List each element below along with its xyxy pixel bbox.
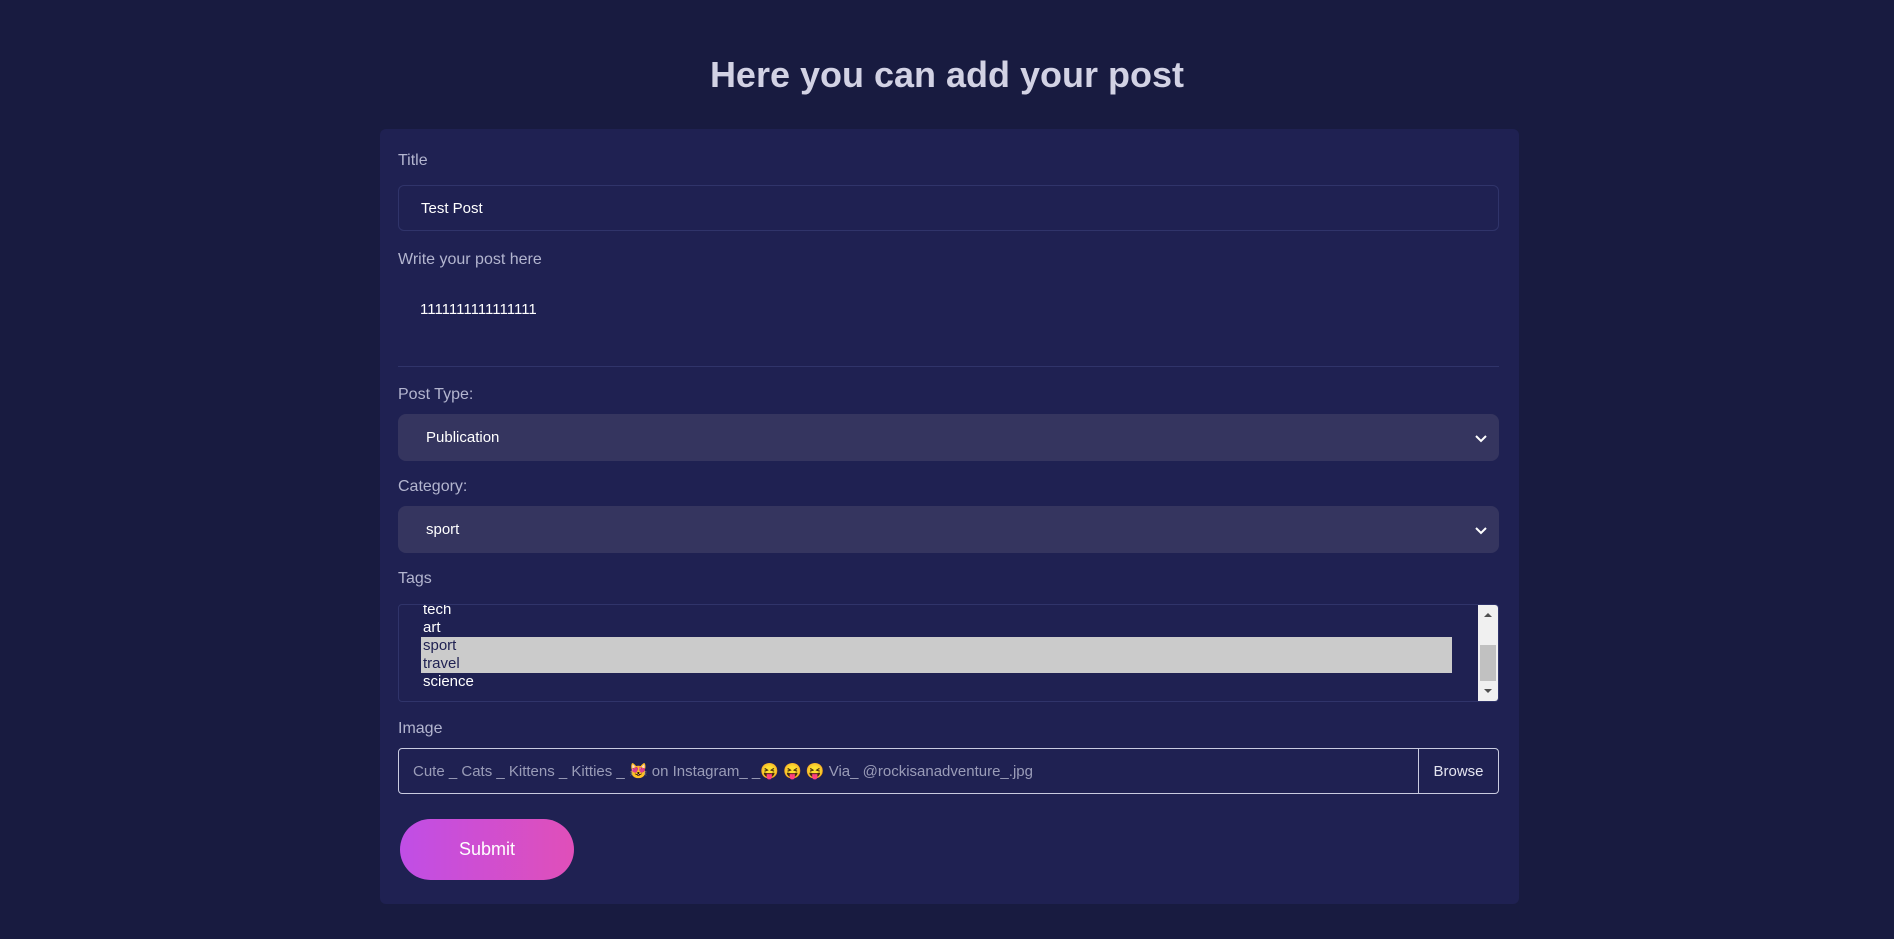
post-type-label: Post Type:: [398, 386, 474, 403]
chevron-down-icon: [1475, 434, 1487, 442]
post-body-textarea[interactable]: 1111111111111111: [398, 279, 1499, 367]
scrollbar-thumb[interactable]: [1480, 645, 1496, 681]
tag-option-sport[interactable]: sport: [421, 637, 1452, 655]
post-body-value: 1111111111111111: [420, 301, 537, 318]
image-file-input[interactable]: Cute _ Cats _ Kittens _ Kitties _ 😻 on I…: [398, 748, 1499, 794]
tag-option-tech[interactable]: tech: [421, 605, 1452, 619]
tag-option-art[interactable]: art: [421, 619, 1452, 637]
post-body-label: Write your post here: [398, 251, 542, 268]
title-label: Title: [398, 152, 428, 169]
title-input[interactable]: Test Post: [398, 185, 1499, 231]
chevron-down-icon: [1475, 526, 1487, 534]
tags-listbox[interactable]: tech art sport travel science: [398, 604, 1499, 702]
submit-button[interactable]: Submit: [400, 819, 574, 880]
browse-button[interactable]: Browse: [1418, 749, 1498, 793]
title-input-value: Test Post: [421, 199, 483, 217]
tag-option-science[interactable]: science: [421, 673, 1452, 691]
tag-option-travel[interactable]: travel: [421, 655, 1452, 673]
image-file-name: Cute _ Cats _ Kittens _ Kitties _ 😻 on I…: [413, 763, 1033, 780]
add-post-form: Title Test Post Write your post here 111…: [380, 129, 1519, 904]
category-select[interactable]: sport: [398, 506, 1499, 553]
post-type-select[interactable]: Publication: [398, 414, 1499, 461]
image-label: Image: [398, 720, 443, 737]
scroll-up-icon[interactable]: [1478, 605, 1498, 625]
tags-label: Tags: [398, 570, 432, 587]
category-value: sport: [426, 521, 460, 538]
page-title: Here you can add your post: [709, 54, 1185, 95]
tags-scrollbar[interactable]: [1478, 605, 1498, 701]
scroll-down-icon[interactable]: [1478, 681, 1498, 701]
category-label: Category:: [398, 478, 468, 495]
post-type-value: Publication: [426, 429, 500, 446]
